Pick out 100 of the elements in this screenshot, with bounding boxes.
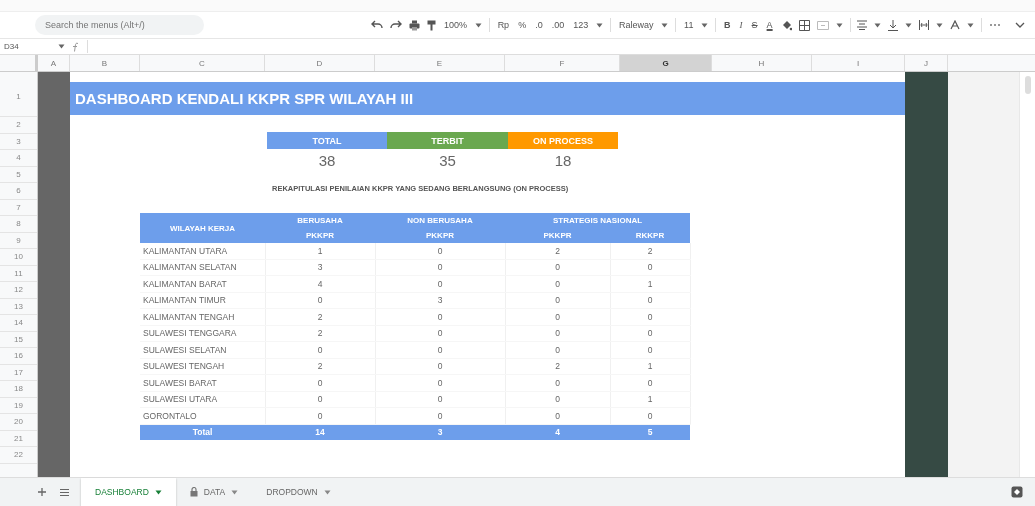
text-wrap-icon[interactable] xyxy=(919,20,930,30)
row-number[interactable]: 13 xyxy=(0,298,37,315)
caret-icon[interactable] xyxy=(701,22,709,28)
name-box[interactable]: D34 xyxy=(0,42,52,51)
font-select[interactable]: Raleway xyxy=(617,19,655,31)
row-number[interactable]: 3 xyxy=(0,133,37,150)
decimal-increase-button[interactable]: .00 xyxy=(550,19,566,31)
merge-cells-icon[interactable] xyxy=(816,20,829,30)
row-number[interactable]: 19 xyxy=(0,397,37,414)
search-field[interactable]: Search the menus (Alt+/) xyxy=(35,15,205,35)
scrollbar-thumb[interactable] xyxy=(1024,76,1031,94)
row-number[interactable]: 12 xyxy=(0,282,37,299)
zoom-select[interactable]: 100% xyxy=(442,19,468,31)
align-icon[interactable] xyxy=(857,20,868,30)
column-header[interactable]: C xyxy=(140,55,265,71)
percent-button[interactable]: % xyxy=(517,19,528,31)
menu-icon[interactable] xyxy=(60,488,69,496)
column-header[interactable]: G xyxy=(620,55,712,71)
table-cell: 0 xyxy=(610,325,690,342)
table-cell: 0 xyxy=(610,374,690,391)
row-number[interactable]: 9 xyxy=(0,232,37,249)
caret-icon[interactable] xyxy=(874,22,882,28)
row-number[interactable]: 18 xyxy=(0,381,37,398)
sheet-tab[interactable]: DASHBOARD xyxy=(81,478,176,506)
caret-icon[interactable] xyxy=(596,22,604,28)
column-header[interactable]: E xyxy=(375,55,505,71)
row-number[interactable]: 14 xyxy=(0,315,37,332)
table-cell: 0 xyxy=(505,341,610,358)
table-cell: KALIMANTAN TENGAH xyxy=(140,308,265,325)
text-rotate-icon[interactable] xyxy=(950,20,961,30)
row-number[interactable]: 17 xyxy=(0,364,37,381)
paint-format-icon[interactable] xyxy=(426,19,436,31)
column-header[interactable]: H xyxy=(712,55,812,71)
column-header[interactable]: I xyxy=(812,55,905,71)
text-color-button[interactable]: A xyxy=(765,19,774,31)
summary-label: TERBIT xyxy=(387,132,508,149)
row-number[interactable]: 11 xyxy=(0,265,37,282)
table-cell: 2 xyxy=(265,308,375,325)
row-number[interactable]: 1 xyxy=(0,77,37,117)
row-number[interactable]: 16 xyxy=(0,348,37,365)
row-number[interactable]: 7 xyxy=(0,199,37,216)
caret-icon[interactable] xyxy=(661,22,669,28)
caret-icon xyxy=(154,489,162,495)
row-number[interactable]: 2 xyxy=(0,117,37,134)
italic-button[interactable]: I xyxy=(738,19,744,31)
sheet-tab[interactable]: DATA xyxy=(175,478,253,506)
row-number[interactable]: 22 xyxy=(0,447,37,464)
caret-icon[interactable] xyxy=(58,44,65,49)
row-number[interactable]: 8 xyxy=(0,216,37,233)
strikethrough-button[interactable]: S xyxy=(750,19,759,31)
row-number[interactable]: 5 xyxy=(0,166,37,183)
summary-value: 35 xyxy=(439,152,456,169)
print-icon[interactable] xyxy=(408,19,420,31)
table-cell: 0 xyxy=(265,391,375,408)
more-icon[interactable] xyxy=(988,23,1001,27)
table-cell: 0 xyxy=(375,374,505,391)
sheet-tab[interactable]: DROPDOWN xyxy=(252,478,345,506)
caret-icon[interactable] xyxy=(905,22,913,28)
table-cell: 0 xyxy=(375,391,505,408)
table-cell: 1 xyxy=(265,243,375,259)
undo-icon[interactable] xyxy=(370,20,383,30)
table-cell: 3 xyxy=(375,292,505,309)
currency-button[interactable]: Rp xyxy=(496,19,511,31)
caret-icon[interactable] xyxy=(967,22,975,28)
collapse-icon[interactable] xyxy=(1014,22,1025,28)
column-header: WILAYAH KERJA xyxy=(140,213,265,243)
caret-icon[interactable] xyxy=(835,22,843,28)
row-number[interactable]: 10 xyxy=(0,249,37,266)
redo-icon[interactable] xyxy=(389,20,402,30)
table-cell: 0 xyxy=(375,243,505,259)
caret-icon xyxy=(231,489,239,495)
table-cell: 0 xyxy=(265,407,375,424)
bold-button[interactable]: B xyxy=(723,19,732,31)
font-size-field[interactable]: 11 xyxy=(683,19,695,31)
table-cell: 3 xyxy=(265,259,375,276)
borders-icon[interactable] xyxy=(798,19,810,31)
table-cell: 0 xyxy=(375,358,505,375)
column-header[interactable]: A xyxy=(38,55,70,71)
row-number[interactable]: 4 xyxy=(0,150,37,167)
row-number[interactable]: 21 xyxy=(0,430,37,447)
row-number[interactable]: 20 xyxy=(0,414,37,431)
row-number[interactable]: 15 xyxy=(0,331,37,348)
column-header[interactable]: B xyxy=(70,55,140,71)
row-number[interactable]: 6 xyxy=(0,183,37,200)
table-cell: 2 xyxy=(265,325,375,342)
vertical-align-icon[interactable] xyxy=(888,19,899,31)
table-cell: KALIMANTAN TIMUR xyxy=(140,292,265,309)
number-format-button[interactable]: 123 xyxy=(572,19,590,31)
add-sheet-icon[interactable] xyxy=(38,488,46,496)
decimal-decrease-button[interactable]: .0 xyxy=(534,19,544,31)
column-header[interactable]: J xyxy=(905,55,948,71)
summary-label: ON PROCESS xyxy=(508,132,618,149)
column-header[interactable]: D xyxy=(265,55,375,71)
table-cell: 0 xyxy=(375,308,505,325)
caret-icon[interactable] xyxy=(474,22,482,28)
table-cell: 0 xyxy=(505,374,610,391)
summary-value: 38 xyxy=(318,152,336,169)
caret-icon[interactable] xyxy=(936,22,944,28)
column-header: BERUSAHA xyxy=(265,213,375,228)
lock-icon xyxy=(189,487,198,497)
